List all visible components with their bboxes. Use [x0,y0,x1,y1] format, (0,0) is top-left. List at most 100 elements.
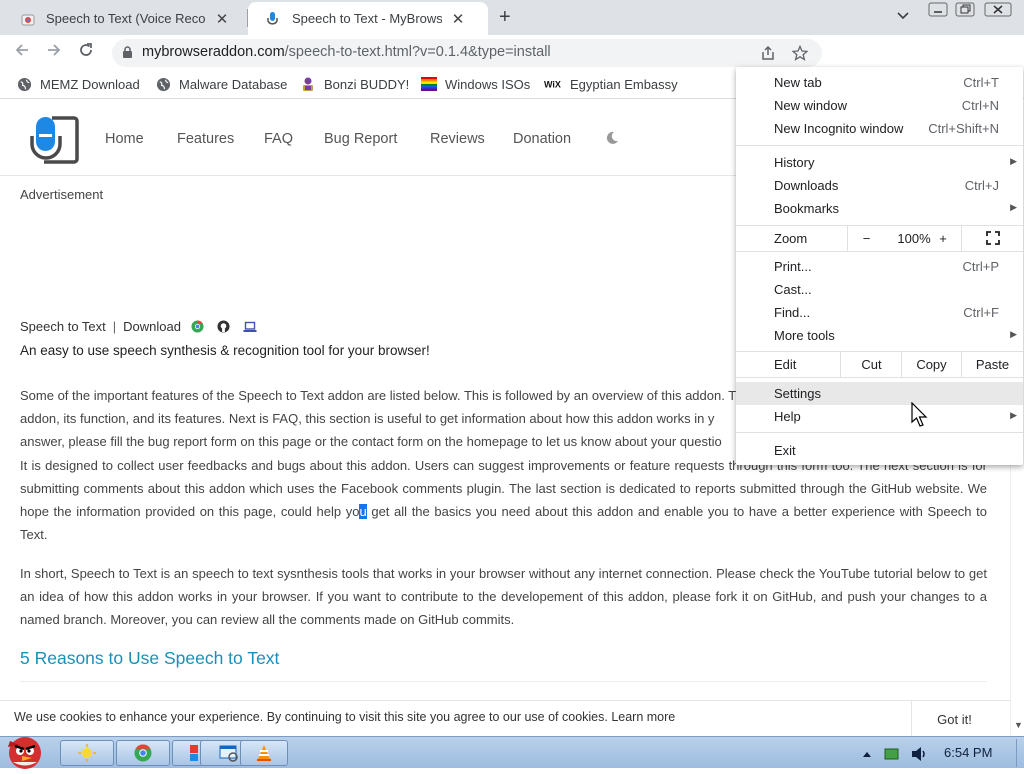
tab-speech-to-text-voice[interactable]: Speech to Text (Voice Recogni ✕ [2,2,246,35]
paragraph-line: Text. [20,527,48,543]
menu-cast[interactable]: Cast... [736,278,1023,301]
text-selection-highlight: u [359,504,367,520]
share-icon[interactable] [760,45,776,65]
summary-paragraph: In short, Speech to Text is an speech to… [20,562,987,632]
microphone-favicon-icon [266,11,282,27]
bookmark-egyptian-embassy[interactable]: WiX Egyptian Embassy [544,76,678,92]
forward-arrow-icon[interactable] [42,41,66,65]
url-text: mybrowseraddon.com/speech-to-text.html?v… [142,44,551,60]
fullscreen-icon[interactable] [961,225,1023,251]
browser-toolbar: mybrowseraddon.com/speech-to-text.html?v… [0,35,1024,99]
menu-new-incognito-window[interactable]: New Incognito window Ctrl+Shift+N [736,117,1023,140]
reload-icon[interactable] [74,41,98,65]
tab-strip: Speech to Text (Voice Recogni ✕ Speech t… [0,0,1024,35]
menu-new-tab[interactable]: New tab Ctrl+T [736,71,1023,94]
address-bar[interactable]: mybrowseraddon.com/speech-to-text.html?v… [112,39,822,67]
menu-zoom-row: Zoom − 100% + [736,225,1023,251]
globe-icon [16,76,32,92]
bookmark-label: Malware Database [179,76,288,92]
globe-icon [155,76,171,92]
paragraph-line: named branch. Moreover, you can review a… [20,612,515,628]
nav-reviews[interactable]: Reviews [430,131,485,147]
cut-button[interactable]: Cut [840,351,902,377]
paragraph-line: an idea of how this addon works in your … [20,589,987,605]
bookmark-bonzi-buddy[interactable]: Bonzi BUDDY! [300,76,409,92]
menu-divider [736,251,1023,252]
dark-mode-moon-icon[interactable] [604,130,620,151]
bookmark-windows-isos[interactable]: Windows ISOs [421,76,530,92]
menu-divider [736,377,1023,378]
taskbar-app-sun[interactable] [60,740,114,766]
show-hidden-icons-chevron-icon[interactable] [862,746,872,761]
menu-more-tools[interactable]: More tools ▶ [736,324,1023,347]
nav-donation[interactable]: Donation [513,131,571,147]
menu-print[interactable]: Print... Ctrl+P [736,255,1023,278]
cookie-message: We use cookies to enhance your experienc… [14,710,676,724]
edit-label: Edit [774,357,797,372]
tab-speech-to-text-mybrowseraddon[interactable]: Speech to Text - MyBrowserAd ✕ [248,2,488,35]
bonzi-icon [300,76,316,92]
battery-icon[interactable] [884,747,900,764]
breadcrumb-separator: | [112,319,117,334]
bookmark-label: MEMZ Download [40,76,140,92]
chrome-main-menu: New tab Ctrl+T New window Ctrl+N New Incog… [736,67,1023,465]
copy-button[interactable]: Copy [901,351,961,377]
nav-faq[interactable]: FAQ [264,131,293,147]
windows-taskbar: 6:54 PM [0,736,1024,769]
bookmark-label: Egyptian Embassy [570,76,678,92]
nav-bug-report[interactable]: Bug Report [324,131,397,147]
minimize-icon[interactable] [928,2,948,21]
bookmark-star-icon[interactable] [791,44,809,65]
nav-home[interactable]: Home [105,131,144,147]
speech-to-text-logo-icon[interactable] [28,114,80,169]
submenu-arrow-icon: ▶ [1010,156,1017,166]
submenu-arrow-icon: ▶ [1010,329,1017,339]
cookie-banner: We use cookies to enhance your experienc… [0,700,1010,737]
menu-divider [736,145,1023,146]
breadcrumb: Speech to Text | Download [20,319,257,334]
submenu-arrow-icon: ▶ [1010,410,1017,420]
paragraph-line: submitting comments about this addon whi… [20,480,987,496]
volume-speaker-icon[interactable] [910,746,928,765]
paragraph-line: In short, Speech to Text is an speech to… [20,566,987,581]
menu-bookmarks[interactable]: Bookmarks ▶ [736,197,1023,220]
tab-title: Speech to Text - MyBrowserAd [292,11,442,26]
lock-icon[interactable] [122,46,133,64]
menu-find[interactable]: Find... Ctrl+F [736,301,1023,324]
cookie-accept-button[interactable]: Got it! [911,701,997,737]
back-arrow-icon[interactable] [10,41,34,65]
laptop-icon[interactable] [243,321,257,333]
chrome-store-icon[interactable] [191,320,204,333]
bookmark-malware-database[interactable]: Malware Database [155,76,287,92]
zoom-in-button[interactable]: + [930,225,956,251]
menu-settings[interactable]: Settings [736,382,1023,405]
menu-downloads[interactable]: Downloads Ctrl+J [736,174,1023,197]
breadcrumb-current[interactable]: Speech to Text [20,319,106,334]
menu-new-window[interactable]: New window Ctrl+N [736,94,1023,117]
tagline: An easy to use speech synthesis & recogn… [20,343,430,358]
show-desktop-button[interactable] [1016,739,1024,767]
close-window-icon[interactable] [984,2,1012,21]
zoom-out-button[interactable]: − [847,225,885,251]
taskbar-clock[interactable]: 6:54 PM [944,745,992,760]
menu-history[interactable]: History ▶ [736,151,1023,174]
taskbar-app-vlc[interactable] [240,740,288,766]
paste-button[interactable]: Paste [961,351,1023,377]
scroll-down-arrow-icon[interactable]: ▼ [1014,720,1023,730]
github-icon[interactable] [217,320,230,333]
advertisement-label: Advertisement [20,187,104,202]
tab-search-chevron-icon[interactable] [897,8,909,23]
bookmark-memz-download[interactable]: MEMZ Download [16,76,140,92]
nav-features[interactable]: Features [177,131,234,147]
close-tab-icon[interactable]: ✕ [450,10,466,28]
submenu-arrow-icon: ▶ [1010,202,1017,212]
menu-help[interactable]: Help ▶ [736,405,1023,428]
taskbar-app-chrome[interactable] [116,740,170,766]
breadcrumb-download[interactable]: Download [123,319,181,334]
chrome-webstore-icon [20,11,36,27]
restore-icon[interactable] [955,2,975,21]
new-tab-plus-icon[interactable]: + [499,6,511,29]
bookmark-label: Bonzi BUDDY! [324,76,410,92]
close-tab-icon[interactable]: ✕ [214,10,230,28]
menu-exit[interactable]: Exit [736,439,1023,462]
